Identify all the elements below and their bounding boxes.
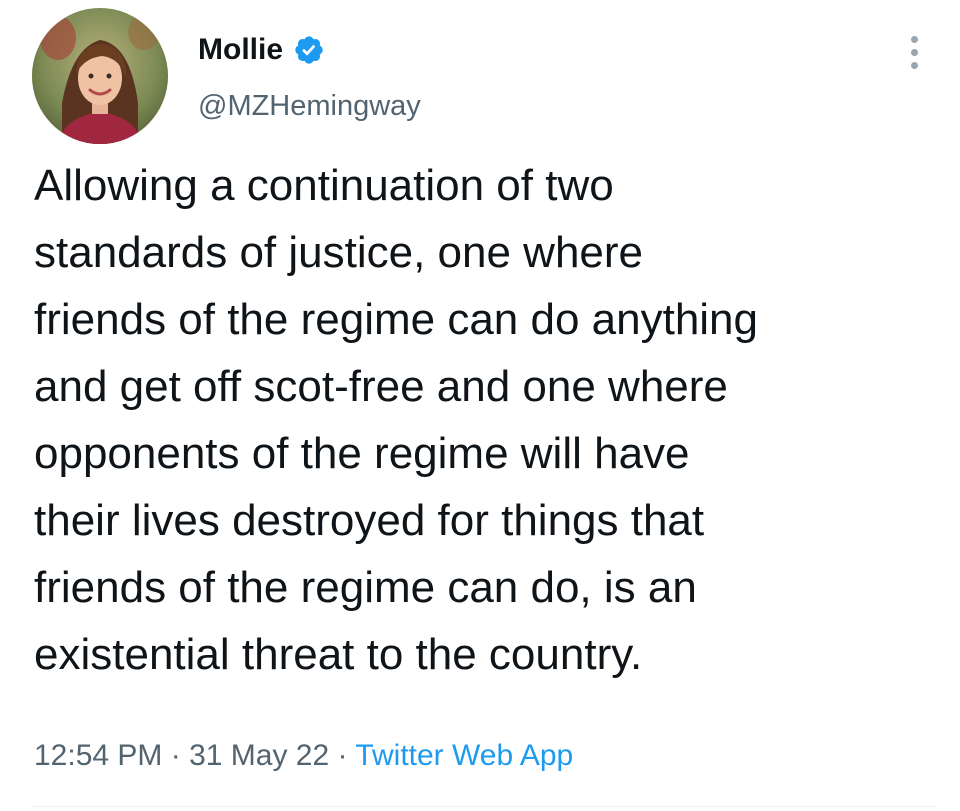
tweet-text-line: friends of the regime can do, is an — [34, 563, 697, 612]
more-options-button[interactable] — [892, 24, 936, 80]
tweet-text-line: standards of justice, one where — [34, 228, 644, 277]
tweet-text: Allowing a continuation of two standards… — [34, 152, 944, 688]
tweet-text-line: and get off scot-free and one where — [34, 362, 728, 411]
more-dots-vertical-icon — [910, 35, 918, 43]
meta-separator: · — [329, 739, 356, 772]
tweet-date[interactable]: 31 May 22 — [189, 739, 329, 772]
meta-separator: · — [162, 739, 190, 772]
tweet-text-line: their lives destroyed for things that — [34, 496, 705, 545]
tweet-text-line: friends of the regime can do anything — [34, 295, 759, 344]
tweet-source-link[interactable]: Twitter Web App — [355, 739, 573, 772]
author-handle[interactable]: @MZHemingway — [198, 86, 421, 126]
more-dots-vertical-icon — [910, 48, 918, 56]
tweet-text-line: Allowing a continuation of two — [34, 161, 614, 210]
verified-badge-icon — [293, 34, 325, 66]
tweet-time[interactable]: 12:54 PM — [34, 739, 162, 772]
tweet-text-line: existential threat to the country. — [34, 630, 643, 679]
tweet-meta: 12:54 PM · 31 May 22 · Twitter Web App — [34, 734, 573, 778]
more-dots-vertical-icon — [910, 61, 918, 69]
author-name[interactable]: Mollie — [198, 30, 283, 70]
avatar-photo — [32, 8, 168, 144]
divider — [32, 806, 936, 807]
author-name-row: Mollie — [198, 30, 325, 70]
avatar[interactable] — [32, 8, 168, 144]
tweet-text-line: opponents of the regime will have — [34, 429, 690, 478]
tweet-card: Mollie @MZHemingway Allowing a continuat… — [0, 0, 960, 811]
